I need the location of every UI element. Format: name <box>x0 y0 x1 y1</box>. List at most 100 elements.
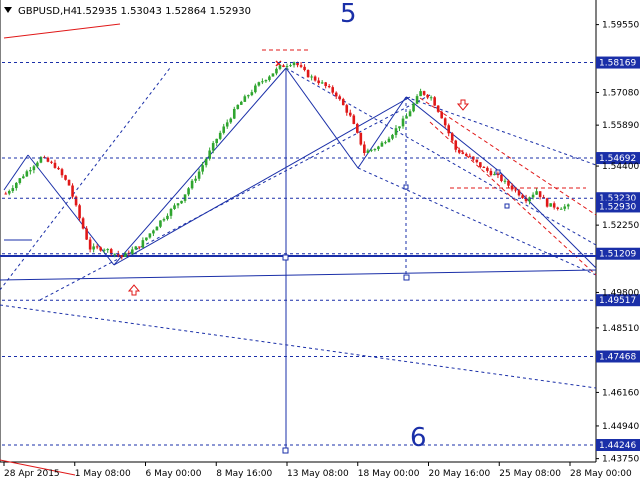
candle-body <box>218 132 222 139</box>
candle-body <box>225 122 229 127</box>
wave-label-5: 5 <box>340 0 357 29</box>
candle-body <box>131 249 134 254</box>
candle-body <box>482 167 486 169</box>
candle-body <box>475 159 479 163</box>
candle-body <box>303 66 306 71</box>
candle-body <box>64 175 67 180</box>
candle-body <box>535 191 538 195</box>
candle-body <box>148 233 152 238</box>
candle-body <box>468 155 472 157</box>
candle-body <box>232 108 236 119</box>
candle-body <box>250 92 254 96</box>
candle-body <box>436 105 440 112</box>
anchor-marker-4 <box>403 184 409 190</box>
candle-body <box>120 255 124 257</box>
candle-body <box>377 146 380 150</box>
time-tick-label: 28 May 00:00 <box>570 469 632 479</box>
candle-body <box>36 162 39 167</box>
candle-body <box>398 126 401 129</box>
time-tick-label: 25 May 08:00 <box>499 469 561 479</box>
candle-body <box>324 82 327 87</box>
candle-body <box>447 125 451 134</box>
candle-body <box>268 76 271 80</box>
candle-body <box>545 198 549 207</box>
candle-body <box>359 132 363 145</box>
candle-body <box>85 228 88 240</box>
candle-body <box>204 158 208 166</box>
candle-body <box>363 144 366 154</box>
candle-body <box>549 203 552 207</box>
level-label: 1.58169 <box>599 59 636 69</box>
candle-body <box>261 81 264 83</box>
candle-body <box>29 170 32 172</box>
candle-body <box>426 94 429 98</box>
candle-body <box>60 169 64 176</box>
candle-body <box>32 166 36 171</box>
anchor-marker-6 <box>504 203 510 209</box>
candle-body <box>489 170 493 176</box>
candle-body <box>113 253 117 255</box>
price-tick-label: 1.44940 <box>602 422 639 432</box>
candle-body <box>141 240 145 248</box>
candle-body <box>552 203 556 208</box>
candle-body <box>18 178 22 183</box>
price-tick-label: 1.46160 <box>602 388 639 398</box>
candle-body <box>500 175 503 181</box>
candle-body <box>15 182 18 189</box>
candle-body <box>412 103 415 112</box>
anchor-marker-2 <box>282 447 289 454</box>
candle-body <box>102 249 106 251</box>
candle-body <box>176 203 180 206</box>
candle-body <box>92 246 95 250</box>
candle-body <box>559 208 563 210</box>
candle-body <box>366 150 370 154</box>
time-tick-label: 6 May 00:00 <box>146 469 202 479</box>
candle-body <box>81 218 85 229</box>
candle-body <box>236 104 240 109</box>
candle-body <box>440 111 443 119</box>
candle-body <box>419 91 422 97</box>
time-tick-label: 20 May 16:00 <box>429 469 491 479</box>
candle-body <box>166 215 169 220</box>
candle-body <box>222 126 226 133</box>
level-label: 1.44246 <box>599 441 636 451</box>
candle-body <box>299 65 303 67</box>
price-tick-label: 1.55890 <box>602 121 639 131</box>
candle-body <box>334 92 338 97</box>
anchor-marker-3 <box>403 274 410 281</box>
candle-body <box>457 149 461 153</box>
candle-body <box>169 208 173 216</box>
candle-body <box>99 247 102 251</box>
candle-body <box>197 171 201 179</box>
price-chart: 1.581691.546921.532301.512091.495171.474… <box>0 0 640 480</box>
candle-body <box>46 157 50 162</box>
candle-body <box>88 239 92 250</box>
price-tick-label: 1.49800 <box>602 288 639 298</box>
candle-body <box>429 97 433 99</box>
candle-body <box>503 180 507 182</box>
level-label: 1.51209 <box>599 250 636 260</box>
candle-body <box>271 73 275 77</box>
price-tick-label: 1.59550 <box>602 21 639 31</box>
candle-body <box>338 96 342 100</box>
candle-body <box>173 205 176 209</box>
chart-symbol: GBPUSD,H4 <box>18 6 77 17</box>
candle-body <box>566 204 570 207</box>
candle-body <box>134 246 138 250</box>
candle-body <box>387 138 391 143</box>
candle-body <box>514 189 517 191</box>
candle-body <box>289 65 292 67</box>
candle-body <box>486 167 489 171</box>
chart-background <box>0 0 640 480</box>
price-tick-label: 1.57080 <box>602 88 639 98</box>
candle-body <box>496 174 500 176</box>
candle-body <box>507 180 510 186</box>
candle-body <box>239 101 243 105</box>
candle-body <box>433 97 436 106</box>
candle-body <box>454 140 458 150</box>
price-tick-label: 1.48510 <box>602 324 639 334</box>
candle-body <box>208 150 211 159</box>
candle-body <box>461 152 465 154</box>
candle-body <box>531 194 535 198</box>
candle-body <box>257 82 261 86</box>
